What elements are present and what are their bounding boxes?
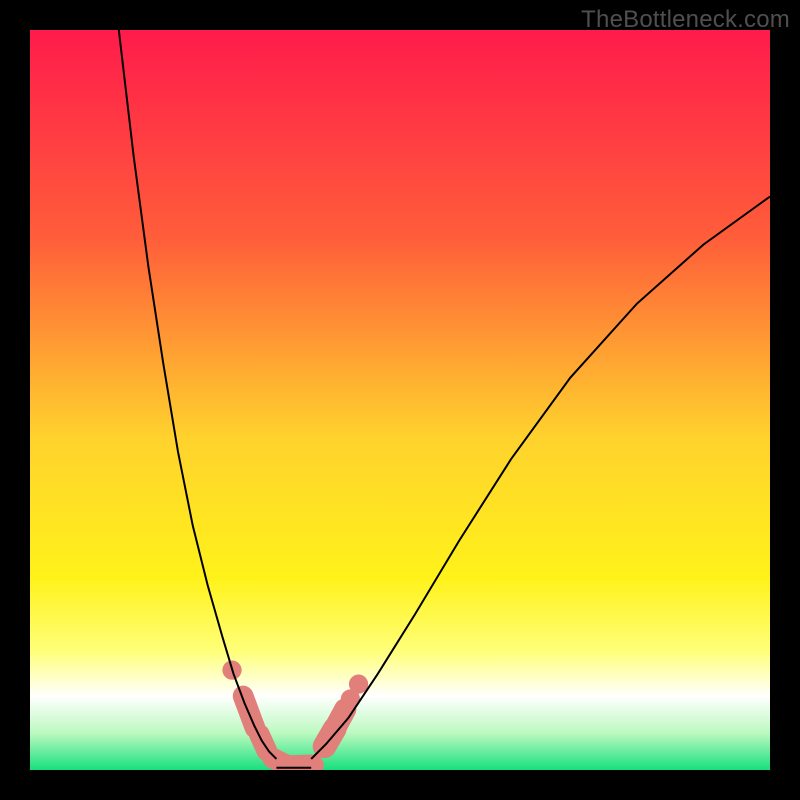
marker-capsule	[289, 766, 313, 767]
marker-capsule	[335, 709, 345, 728]
chart-svg	[30, 30, 770, 770]
heat-background	[30, 30, 770, 770]
plot-area	[30, 30, 770, 770]
chart-frame: TheBottleneck.com	[0, 0, 800, 800]
